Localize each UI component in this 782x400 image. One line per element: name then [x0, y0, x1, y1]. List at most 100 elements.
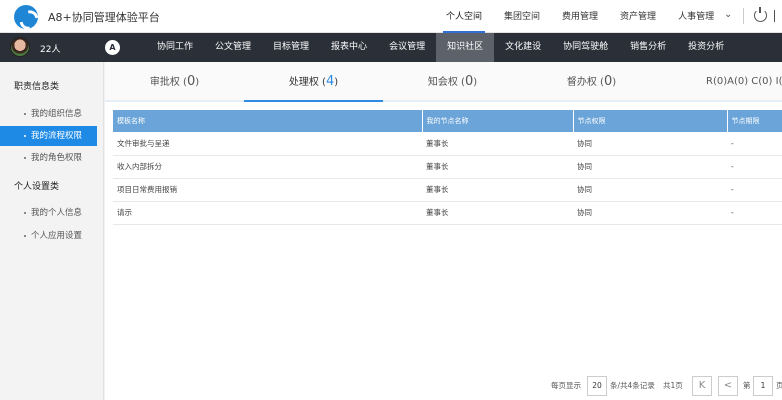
sidebar-item-label: 我的组织信息 — [31, 109, 83, 119]
chevron-down-icon[interactable]: ⌄ — [724, 10, 734, 20]
tab-approval[interactable]: 审批权 (0) — [105, 62, 244, 102]
mainnav-meetings[interactable]: 会议管理 — [378, 33, 436, 62]
sidebar-category-personal: 个人设置类 — [14, 182, 60, 192]
mainnav-collab[interactable]: 协同工作 — [146, 33, 204, 62]
main-nav-bar: 22人 A 协同工作 公文管理 目标管理 报表中心 会议管理 知识社区 文化建设… — [0, 33, 782, 62]
tab-notify[interactable]: 知会权 (0) — [383, 62, 522, 102]
main-nav: 协同工作 公文管理 目标管理 报表中心 会议管理 知识社区 文化建设 协同驾驶舱… — [146, 33, 735, 62]
tab-count: 0 — [464, 74, 474, 89]
column-header-node-deadline[interactable]: 节点期限 — [727, 110, 782, 132]
avatar[interactable] — [10, 37, 30, 57]
table-cell: 协同 — [573, 178, 727, 202]
sidebar-item-label: 我的个人信息 — [31, 208, 83, 218]
topnav-hr[interactable]: 人事管理 — [678, 0, 714, 33]
mainnav-culture[interactable]: 文化建设 — [494, 33, 552, 62]
table-cell: 董事长 — [422, 155, 573, 179]
top-bar: A8+协同管理体验平台 个人空间 集团空间 费用管理 资产管理 人事管理 ⌄ — [0, 0, 782, 33]
tab-count: 0 — [186, 74, 196, 89]
tab-paren: ( — [318, 77, 326, 88]
mainnav-invest[interactable]: 投资分析 — [677, 33, 735, 62]
divider — [743, 8, 744, 24]
sidebar-item-label: 我的角色权限 — [31, 153, 83, 163]
sidebar-item-app-settings[interactable]: 个人应用设置 — [0, 226, 97, 246]
sidebar-item-flow-permissions[interactable]: 我的流程权限 — [0, 126, 97, 146]
app-title: A8+协同管理体验平台 — [48, 11, 160, 24]
total-pages: 共1页 — [663, 381, 683, 390]
topnav-assets[interactable]: 资产管理 — [620, 0, 656, 33]
table-cell: 协同 — [573, 155, 727, 179]
table-cell: - — [727, 201, 782, 225]
table-cell: 项目日常费用报销 — [113, 178, 422, 202]
table-row[interactable]: 收入内部拆分 董事长 协同 - — [113, 155, 782, 179]
sidebar-category-duties: 职责信息类 — [14, 82, 60, 92]
table-cell: - — [727, 178, 782, 202]
main-content: 审批权 (0) 处理权 (4) 知会权 (0) 督办权 (0) R(0)A(0)… — [105, 62, 782, 400]
tab-label: 督办权 — [566, 77, 597, 88]
app-logo-icon — [14, 5, 38, 29]
table-row[interactable]: 请示 董事长 协同 - — [113, 201, 782, 225]
table-cell: 协同 — [573, 201, 727, 225]
sidebar-item-label: 个人应用设置 — [31, 231, 83, 241]
column-header-node-name[interactable]: 我的节点名称 — [422, 110, 574, 132]
tab-count: 0 — [603, 74, 613, 89]
sidebar-item-personal-info[interactable]: 我的个人信息 — [0, 203, 97, 223]
page-number-input[interactable]: 1 — [753, 376, 773, 396]
sidebar-item-org-info[interactable]: 我的组织信息 — [0, 104, 97, 124]
page-suffix: 页 — [776, 381, 782, 390]
tab-paren: ) — [473, 77, 478, 88]
tab-raci[interactable]: R(0)A(0) C(0) I( — [706, 62, 782, 102]
page-label: 第 — [743, 381, 751, 390]
table-cell: - — [727, 132, 782, 156]
table-cell: 董事长 — [422, 178, 573, 202]
tab-paren: ) — [195, 77, 200, 88]
mainnav-sales[interactable]: 销售分析 — [619, 33, 677, 62]
table-cell: - — [727, 155, 782, 179]
tab-supervise[interactable]: 督办权 (0) — [522, 62, 661, 102]
user-name[interactable]: 22人 — [40, 42, 60, 55]
topnav-group-space[interactable]: 集团空间 — [504, 0, 540, 33]
column-header-template[interactable]: 模板名称 — [113, 110, 423, 132]
table-cell: 董事长 — [422, 201, 573, 225]
tab-label: 处理权 — [288, 77, 319, 88]
tab-handling[interactable]: 处理权 (4) — [244, 62, 383, 102]
top-nav: 个人空间 集团空间 费用管理 资产管理 人事管理 — [442, 0, 736, 33]
per-page-label: 每页显示 — [551, 381, 581, 390]
mainnav-docs[interactable]: 公文管理 — [204, 33, 262, 62]
tab-paren: ) — [334, 77, 339, 88]
sidebar-item-label: 我的流程权限 — [31, 131, 83, 141]
power-icon[interactable] — [754, 7, 767, 22]
table-header-row: 模板名称 我的节点名称 节点权限 节点期限 — [113, 110, 782, 132]
table-cell: 收入内部拆分 — [113, 155, 422, 179]
tab-count: 4 — [325, 74, 335, 89]
more-icon[interactable] — [774, 10, 782, 22]
column-header-node-permission[interactable]: 节点权限 — [573, 110, 728, 132]
table-cell: 董事长 — [422, 132, 573, 156]
prev-page-button[interactable]: < — [718, 376, 738, 396]
tab-label: 审批权 — [149, 77, 180, 88]
table-row[interactable]: 项目日常费用报销 董事长 协同 - — [113, 178, 782, 202]
table-cell: 协同 — [573, 132, 727, 156]
table-cell: 请示 — [113, 201, 422, 225]
sidebar-item-role-permissions[interactable]: 我的角色权限 — [0, 148, 97, 168]
permissions-table: 模板名称 我的节点名称 节点权限 节点期限 文件审批与呈递 董事长 协同 - 收… — [113, 110, 782, 225]
tab-paren: ) — [612, 77, 617, 88]
table-cell: 文件审批与呈递 — [113, 132, 422, 156]
table-row[interactable]: 文件审批与呈递 董事长 协同 - — [113, 132, 782, 156]
topnav-expense[interactable]: 费用管理 — [562, 0, 598, 33]
tab-paren: ( — [596, 77, 604, 88]
mainnav-goals[interactable]: 目标管理 — [262, 33, 320, 62]
mainnav-reports[interactable]: 报表中心 — [320, 33, 378, 62]
tab-paren: ( — [179, 77, 187, 88]
mainnav-knowledge[interactable]: 知识社区 — [436, 33, 495, 62]
first-page-button[interactable]: K — [692, 376, 712, 396]
topnav-personal-space[interactable]: 个人空间 — [442, 0, 486, 33]
tab-paren: ( — [457, 77, 465, 88]
app-menu-icon[interactable]: A — [105, 40, 120, 55]
per-page-input[interactable]: 20 — [587, 376, 607, 396]
mainnav-cockpit[interactable]: 协同驾驶舱 — [552, 33, 619, 62]
record-summary: 条/共4条记录 — [610, 381, 655, 390]
pagination: 每页显示 20 条/共4条记录 共1页 K < 第 1 页 — [105, 372, 782, 400]
sidebar: 职责信息类 我的组织信息 我的流程权限 我的角色权限 个人设置类 我的个人信息 … — [0, 62, 104, 400]
permission-tabs: 审批权 (0) 处理权 (4) 知会权 (0) 督办权 (0) R(0)A(0)… — [105, 62, 782, 102]
tab-label: 知会权 — [427, 77, 458, 88]
